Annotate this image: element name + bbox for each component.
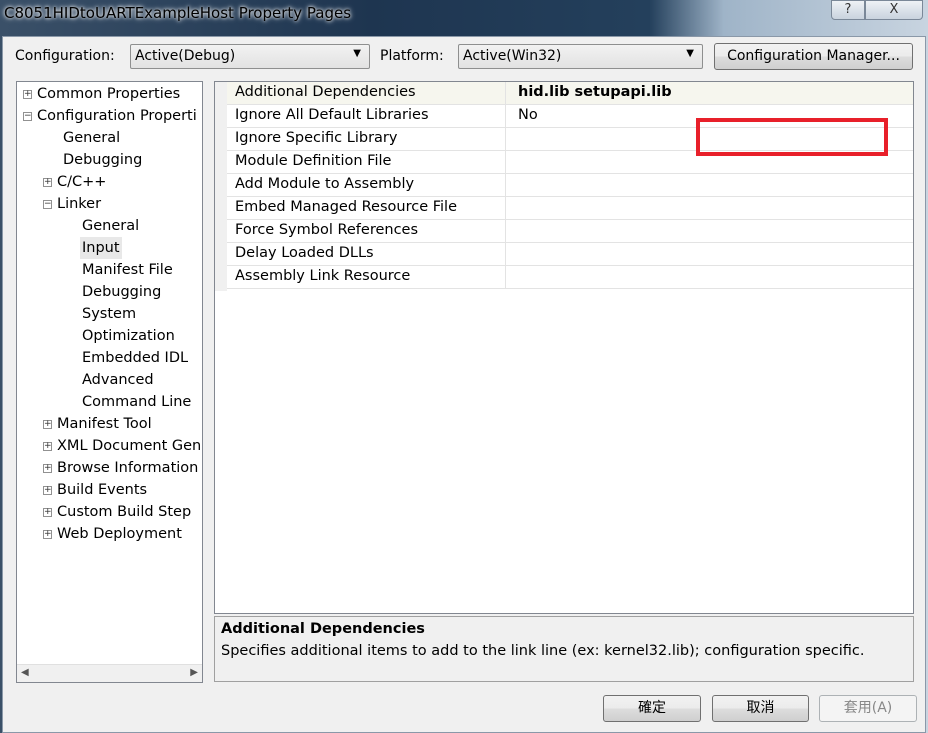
grid-gutter [215, 82, 227, 291]
expand-icon[interactable]: + [43, 530, 52, 539]
property-name: Add Module to Assembly [235, 176, 415, 192]
chevron-down-icon: ▼ [353, 48, 361, 59]
tree-item[interactable]: Optimization [80, 325, 177, 347]
tree-item[interactable]: Web Deployment [55, 523, 184, 545]
property-row[interactable]: Assembly Link Resource [227, 266, 913, 289]
category-tree[interactable]: ◀ ▶ + Common Properties − Configuration Pro… [16, 81, 203, 683]
expand-icon[interactable]: + [43, 420, 52, 429]
scroll-right-icon[interactable]: ▶ [190, 667, 198, 678]
expand-icon[interactable]: + [43, 464, 52, 473]
help-button[interactable]: ? [831, 0, 865, 20]
tree-item[interactable]: XML Document Gen [55, 435, 202, 457]
scroll-left-icon[interactable]: ◀ [21, 667, 29, 678]
ok-button[interactable]: 確定 [603, 695, 701, 722]
tree-item[interactable]: Browse Information [55, 457, 200, 479]
tree-item[interactable]: Embedded IDL [80, 347, 190, 369]
tree-item[interactable]: Linker [55, 193, 103, 215]
description-text: Specifies additional items to add to the… [221, 643, 865, 659]
tree-item[interactable]: Debugging [61, 149, 144, 171]
platform-dropdown[interactable]: Active(Win32) ▼ [458, 44, 703, 69]
expand-icon[interactable]: + [23, 90, 32, 99]
column-divider [505, 105, 506, 128]
tree-item[interactable]: Advanced [80, 369, 156, 391]
property-pages-dialog: Configuration: Active(Debug) ▼ Platform: … [2, 36, 926, 733]
configuration-manager-button[interactable]: Configuration Manager... [714, 43, 913, 70]
column-divider [505, 197, 506, 220]
column-divider [505, 128, 506, 151]
expand-icon[interactable]: + [43, 442, 52, 451]
property-grid: Additional Dependencies hid.lib setupapi.… [214, 81, 914, 614]
window-title: C8051HIDtoUARTExampleHost Property Pages [4, 4, 352, 22]
property-row[interactable]: Delay Loaded DLLs [227, 243, 913, 266]
column-divider [505, 174, 506, 197]
cancel-button[interactable]: 取消 [712, 695, 809, 722]
property-value[interactable]: hid.lib setupapi.lib [518, 84, 672, 100]
platform-value: Active(Win32) [463, 48, 562, 64]
column-divider [505, 220, 506, 243]
platform-label: Platform: [380, 48, 444, 64]
property-name: Embed Managed Resource File [235, 199, 458, 215]
configuration-value: Active(Debug) [135, 48, 236, 64]
property-name: Additional Dependencies [235, 84, 416, 100]
column-divider [505, 243, 506, 266]
property-name: Assembly Link Resource [235, 268, 411, 284]
property-row[interactable]: Additional Dependencies hid.lib setupapi.… [227, 82, 913, 105]
property-value[interactable]: No [518, 107, 538, 123]
tree-item[interactable]: Build Events [55, 479, 149, 501]
configuration-label: Configuration: [15, 48, 115, 64]
tree-item[interactable]: Configuration Properti [35, 105, 199, 127]
apply-button[interactable]: 套用(A) [819, 695, 917, 722]
configuration-dropdown[interactable]: Active(Debug) ▼ [130, 44, 370, 69]
tree-item[interactable]: Manifest File [80, 259, 175, 281]
property-name: Ignore All Default Libraries [235, 107, 429, 123]
property-row[interactable]: Force Symbol References [227, 220, 913, 243]
column-divider [505, 151, 506, 174]
property-row[interactable]: Add Module to Assembly [227, 174, 913, 197]
expand-icon[interactable]: + [43, 486, 52, 495]
title-bar: C8051HIDtoUARTExampleHost Property Pages… [0, 0, 928, 38]
description-title: Additional Dependencies [221, 621, 425, 637]
tree-item[interactable]: System [80, 303, 138, 325]
tree-item[interactable]: Manifest Tool [55, 413, 154, 435]
tree-item[interactable]: Command Line [80, 391, 193, 413]
property-name: Module Definition File [235, 153, 392, 169]
expand-icon[interactable]: + [43, 178, 52, 187]
tree-item[interactable]: General [80, 215, 141, 237]
description-panel: Additional Dependencies Specifies additi… [214, 616, 914, 682]
property-name: Force Symbol References [235, 222, 419, 238]
column-divider [505, 266, 506, 289]
property-name: Ignore Specific Library [235, 130, 398, 146]
collapse-icon[interactable]: − [43, 200, 52, 209]
tree-item[interactable]: Debugging [80, 281, 163, 303]
property-name: Delay Loaded DLLs [235, 245, 374, 261]
tree-item[interactable]: Common Properties [35, 83, 182, 105]
chevron-down-icon: ▼ [686, 48, 694, 59]
horizontal-scrollbar[interactable]: ◀ ▶ [17, 664, 202, 682]
collapse-icon[interactable]: − [23, 112, 32, 121]
property-row[interactable]: Embed Managed Resource File [227, 197, 913, 220]
expand-icon[interactable]: + [43, 508, 52, 517]
highlight-box [696, 118, 888, 156]
tree-item[interactable]: General [61, 127, 122, 149]
column-divider [505, 82, 506, 105]
tree-item[interactable]: C/C++ [55, 171, 108, 193]
tree-item[interactable]: Custom Build Step [55, 501, 193, 523]
close-button[interactable]: X [865, 0, 923, 20]
tree-item[interactable]: Input [80, 237, 122, 259]
